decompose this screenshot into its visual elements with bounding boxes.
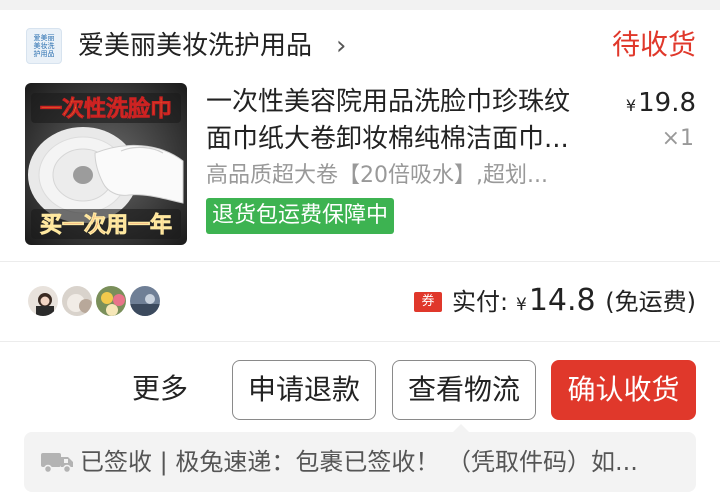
avatar — [26, 284, 60, 318]
shop-logo-text-3: 护用品 — [33, 50, 55, 58]
paid-value: 14.8 — [528, 283, 596, 318]
product-sku: 高品质超大卷【20倍吸水】,超划... — [206, 163, 548, 188]
price-currency: ¥ — [625, 96, 637, 115]
order-status: 待收货 — [611, 28, 696, 61]
product-quantity: ×1 — [661, 126, 694, 151]
product-title-line-1: 一次性美容院用品洗脸巾珍珠纹 — [206, 87, 571, 117]
price-value: 19.8 — [638, 88, 696, 118]
product-thumbnail[interactable]: 一次性洗脸巾 买一次用一年 — [25, 83, 187, 245]
product-card[interactable]: 一次性洗脸巾 买一次用一年 一次性美容院用品洗脸巾珍珠纹 面巾纸大卷卸妆棉纯棉洁… — [0, 80, 720, 250]
image-caption-bottom: 买一次用一年 — [40, 212, 172, 238]
avatar — [128, 284, 162, 318]
coupon-badge: 券 — [414, 292, 442, 312]
confirm-receipt-button[interactable]: 确认收货 — [551, 360, 696, 420]
product-title[interactable]: 一次性美容院用品洗脸巾珍珠纹 面巾纸大卷卸妆棉纯棉洁面巾... — [206, 84, 601, 158]
shop-logo-text-2: 美妆洗 — [33, 42, 55, 50]
request-refund-button[interactable]: 申请退款 — [232, 360, 376, 420]
top-separator — [0, 0, 720, 10]
paid-amount: ¥14.8 — [516, 282, 596, 324]
more-button[interactable]: 更多 — [132, 370, 188, 408]
return-shipping-guarantee-badge[interactable]: 退货包运费保障中 — [206, 198, 395, 234]
chevron-right-icon[interactable]: › — [336, 28, 346, 64]
product-title-line-2: 面巾纸大卷卸妆棉纯棉洁面巾... — [206, 124, 569, 154]
logistics-status-text: 已签收 | 极兔速递：包裹已签收！ （凭取件码）如... — [80, 448, 638, 476]
truck-icon — [40, 450, 74, 474]
paid-label: 实付: — [452, 288, 509, 316]
shipping-note: (免运费) — [605, 288, 696, 316]
shop-logo-text-1: 爱美丽 — [33, 34, 55, 42]
shop-header[interactable]: 爱美丽 美妆洗 护用品 爱美丽美妆洗护用品 › 待收货 — [0, 10, 720, 80]
view-logistics-button[interactable]: 查看物流 — [392, 360, 536, 420]
avatar — [94, 284, 128, 318]
avatar — [60, 284, 94, 318]
product-price: ¥19.8 — [626, 86, 696, 123]
order-actions: 更多 申请退款 查看物流 确认收货 — [0, 342, 720, 430]
logistics-status-bar[interactable]: 已签收 | 极兔速递：包裹已签收！ （凭取件码）如... — [24, 432, 696, 492]
order-summary: 券 实付: ¥14.8 (免运费) — [0, 262, 720, 342]
image-caption-top: 一次性洗脸巾 — [40, 96, 172, 122]
shop-logo: 爱美丽 美妆洗 护用品 — [26, 28, 62, 64]
shop-name[interactable]: 爱美丽美妆洗护用品 — [78, 28, 312, 64]
paid-currency: ¥ — [516, 295, 527, 315]
